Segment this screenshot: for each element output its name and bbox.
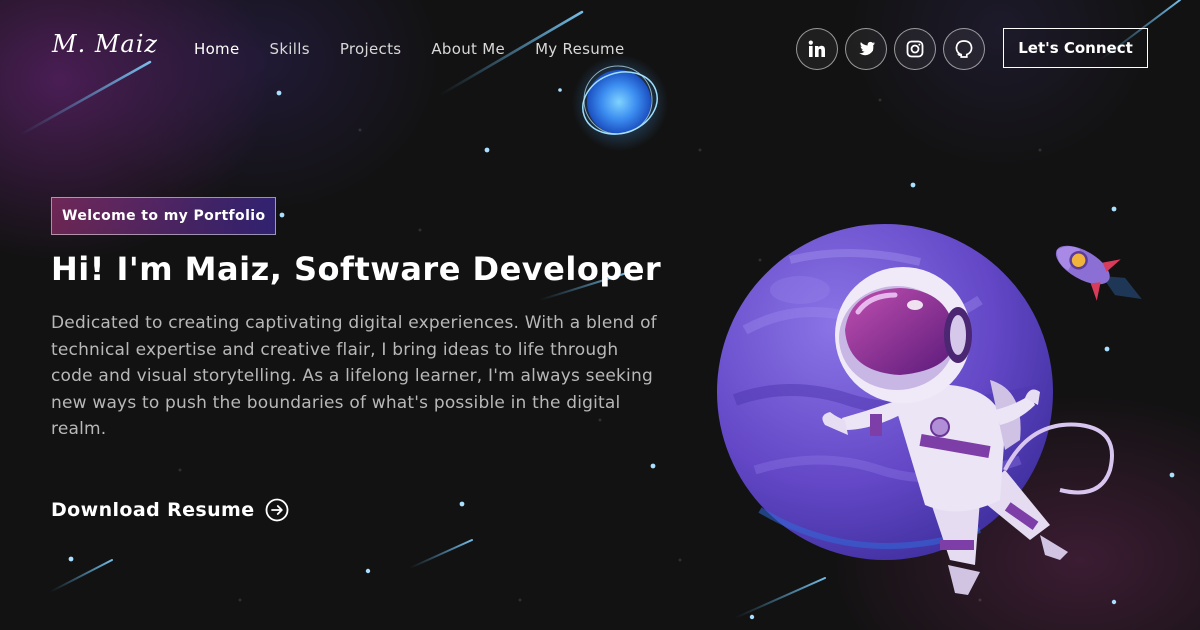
hero-description: Dedicated to creating captivating digita… [51, 313, 657, 439]
lets-connect-button[interactable]: Let's Connect [1003, 28, 1148, 68]
twitter-button[interactable] [845, 28, 887, 70]
arrow-right-circle-icon [265, 498, 288, 522]
download-resume-button[interactable]: Download Resume [51, 498, 289, 522]
brand-logo[interactable]: M. Maiz [52, 30, 158, 58]
welcome-tagline: Welcome to my Portfolio [51, 197, 277, 235]
portfolio-page: M. Maiz Home Skills Projects About Me My… [0, 0, 1200, 630]
nav-link-skills[interactable]: Skills [270, 40, 310, 58]
nav-link-about-me[interactable]: About Me [431, 40, 505, 58]
download-resume-label: Download Resume [51, 499, 255, 521]
hero-title: Hi! I'm Maiz, Software Developer [51, 250, 662, 288]
instagram-icon [906, 40, 924, 58]
rocket-illustration [1055, 245, 1142, 301]
linkedin-icon [808, 40, 825, 57]
nav-links: Home Skills Projects About Me My Resume [194, 40, 655, 58]
instagram-button[interactable] [894, 28, 936, 70]
twitter-icon [859, 41, 875, 56]
github-icon [955, 40, 973, 58]
github-button[interactable] [943, 28, 985, 70]
linkedin-button[interactable] [796, 28, 838, 70]
nav-link-home[interactable]: Home [194, 40, 240, 58]
nav-link-projects[interactable]: Projects [340, 40, 402, 58]
top-navbar: M. Maiz Home Skills Projects About Me My… [0, 0, 1200, 96]
nav-link-my-resume[interactable]: My Resume [535, 40, 624, 58]
